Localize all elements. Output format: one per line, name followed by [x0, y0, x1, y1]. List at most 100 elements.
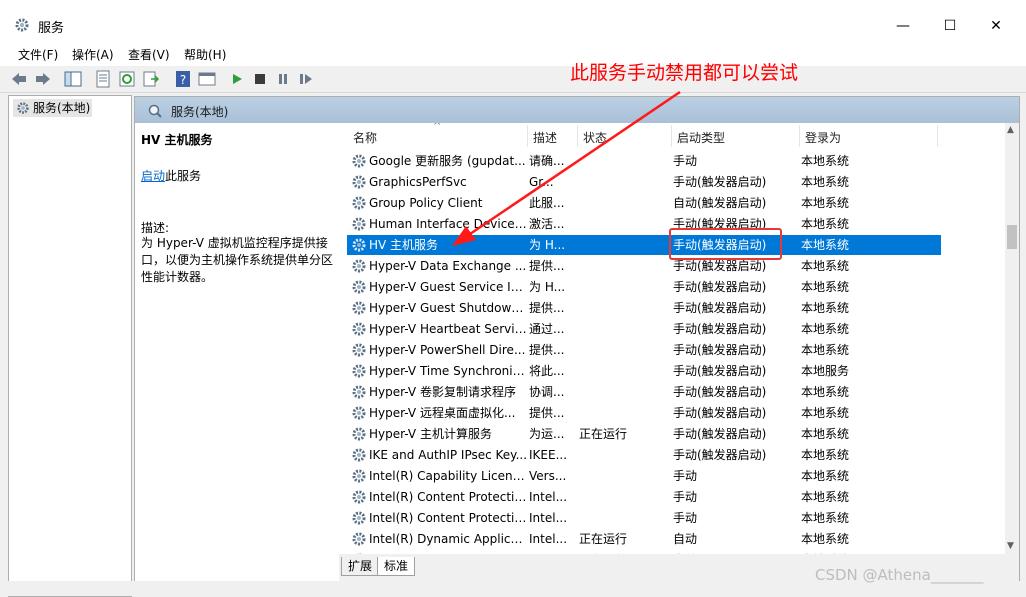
service-name: Intel(R) Capability Licensi...: [369, 469, 527, 483]
search-gear-icon: [148, 104, 162, 118]
column-divider[interactable]: [527, 125, 528, 147]
service-description: 将此...: [529, 364, 565, 378]
service-description: Intel...: [529, 490, 568, 504]
start-service-icon[interactable]: [228, 70, 246, 88]
table-row[interactable]: Hyper-V 卷影复制请求程序 协调... 手动(触发器启动) 本地系统: [347, 382, 941, 402]
restart-service-icon[interactable]: [297, 70, 315, 88]
column-description[interactable]: 描述: [533, 129, 557, 146]
service-logon-as: 本地系统: [801, 448, 850, 462]
service-name: Group Policy Client: [369, 196, 483, 210]
table-row[interactable]: Hyper-V 远程桌面虚拟化... 提供... 手动(触发器启动) 本地系统: [347, 403, 941, 423]
service-gear-icon: [352, 196, 366, 210]
service-description: Intel...: [529, 532, 568, 546]
table-row[interactable]: Hyper-V Guest Service In... 为 H... 手动(触发器启…: [347, 277, 941, 297]
service-logon-as: 本地系统: [801, 217, 850, 231]
service-startup-type: 手动(触发器启动): [673, 322, 767, 336]
service-startup-type: 手动: [673, 154, 698, 168]
vertical-scrollbar[interactable]: ▲ ▼: [1005, 123, 1019, 554]
service-description: 通过...: [529, 322, 565, 336]
service-name: Human Interface Device ...: [369, 217, 527, 231]
watermark: CSDN @Athena_______: [815, 566, 984, 584]
table-row[interactable]: Hyper-V 主机计算服务 为运... 正在运行 手动(触发器启动) 本地系统: [347, 424, 941, 444]
scroll-thumb[interactable]: [1007, 225, 1017, 249]
tab-extended[interactable]: 扩展: [341, 557, 380, 576]
table-row[interactable]: HV 主机服务为 H... 手动(触发器启动) 本地系统: [347, 235, 941, 255]
tab-standard[interactable]: 标准: [377, 557, 416, 576]
help-icon[interactable]: ?: [174, 70, 192, 88]
table-row[interactable]: GraphicsPerfSvc Gr... 手动(触发器启动) 本地系统: [347, 172, 941, 192]
column-logon-as[interactable]: 登录为: [805, 129, 841, 146]
service-description: 提供...: [529, 343, 565, 357]
service-logon-as: 本地系统: [801, 322, 850, 336]
service-logon-as: 本地系统: [801, 532, 850, 546]
tree-item-services-local[interactable]: 服务(本地): [13, 99, 93, 117]
forward-icon[interactable]: [34, 70, 52, 88]
refresh-icon[interactable]: [118, 70, 136, 88]
column-status[interactable]: 状态: [583, 129, 607, 146]
menu-view[interactable]: 查看(V): [128, 46, 170, 63]
pause-service-icon[interactable]: [274, 70, 292, 88]
properties-icon[interactable]: [94, 70, 112, 88]
table-row[interactable]: Hyper-V Guest Shutdown... 提供... 手动(触发器启动) 本…: [347, 298, 941, 318]
service-logon-as: 本地系统: [801, 469, 850, 483]
service-gear-icon: [352, 175, 366, 189]
service-name: Hyper-V Data Exchange ...: [369, 259, 527, 273]
services-pane: 服务(本地) HV 主机服务 启动此服务 描述: 为 Hyper-V 虚拟机监控…: [134, 96, 1020, 582]
service-startup-type: 自动(触发器启动): [673, 196, 767, 210]
scroll-down-icon[interactable]: ▼: [1007, 541, 1014, 551]
service-description: 此服...: [529, 196, 565, 210]
description-text: 为 Hyper-V 虚拟机监控程序提供接口，以便为主机操作系统提供单分区性能计数…: [141, 236, 334, 284]
column-divider[interactable]: [671, 125, 672, 147]
service-logon-as: 本地系统: [801, 343, 850, 357]
service-startup-type: 手动: [673, 469, 698, 483]
service-gear-icon: [352, 448, 366, 462]
services-gear-icon: [15, 18, 29, 32]
table-row[interactable]: Group Policy Client 此服... 自动(触发器启动) 本地系统: [347, 193, 941, 213]
service-name: GraphicsPerfSvc: [369, 175, 467, 189]
table-row[interactable]: IKE and AuthIP IPsec Key... IKEE... 手动(触发器…: [347, 445, 941, 465]
console-icon[interactable]: [198, 70, 216, 88]
table-row[interactable]: Intel(R) Content Protectio... Intel... 手动 本…: [347, 508, 941, 528]
stop-service-icon[interactable]: [251, 70, 269, 88]
menu-help[interactable]: 帮助(H): [184, 46, 226, 63]
table-row[interactable]: Hyper-V Time Synchroniz... 将此... 手动(触发器启动)…: [347, 361, 941, 381]
menu-file[interactable]: 文件(F): [18, 46, 58, 63]
menu-action[interactable]: 操作(A): [72, 46, 114, 63]
maximize-button[interactable]: ☐: [927, 12, 973, 40]
column-divider[interactable]: [577, 125, 578, 147]
services-rows: Google 更新服务 (gupdat... 请确... 手动 本地系统 Graphic…: [339, 149, 1005, 554]
table-row[interactable]: Intel(R) Capability Licensi... Vers... 手动 本…: [347, 466, 941, 486]
column-divider[interactable]: [937, 125, 938, 147]
column-divider[interactable]: [799, 125, 800, 147]
service-startup-type: 手动: [673, 490, 698, 504]
scroll-up-icon[interactable]: ▲: [1007, 125, 1014, 135]
service-name: Hyper-V Guest Service In...: [369, 280, 527, 294]
table-row[interactable]: Google 更新服务 (gupdat... 请确... 手动 本地系统: [347, 151, 941, 171]
service-name: Hyper-V PowerShell Dire...: [369, 343, 526, 357]
table-row[interactable]: Intel(R) Dynamic Applicat... Intel... 正在运行…: [347, 529, 941, 549]
service-name: Hyper-V Time Synchroniz...: [369, 364, 527, 378]
table-row[interactable]: Hyper-V Data Exchange ... 提供... 手动(触发器启动) 本…: [347, 256, 941, 276]
minimize-button[interactable]: —: [880, 12, 926, 40]
table-row[interactable]: Hyper-V Heartbeat Service 通过... 手动(触发器启动) 本…: [347, 319, 941, 339]
close-button[interactable]: ✕: [973, 12, 1019, 40]
service-name: Intel(R) Dynamic Applicat...: [369, 532, 527, 546]
table-row[interactable]: Hyper-V PowerShell Dire... 提供... 手动(触发器启动)…: [347, 340, 941, 360]
service-logon-as: 本地系统: [801, 427, 850, 441]
export-list-icon[interactable]: [142, 70, 160, 88]
service-description: 激活...: [529, 217, 565, 231]
service-startup-type: 手动(触发器启动): [673, 427, 767, 441]
column-startup-type[interactable]: 启动类型: [677, 129, 725, 146]
service-startup-type: 手动(触发器启动): [673, 448, 767, 462]
column-header-row: 名称 ^ 描述 状态 启动类型 登录为: [339, 123, 1005, 149]
service-description: Intel...: [529, 511, 568, 525]
table-row[interactable]: Intel(R) Content Protectio... Intel... 手动 本…: [347, 487, 941, 507]
annotation-text: 此服务手动禁用都可以尝试: [570, 62, 799, 84]
column-name[interactable]: 名称: [353, 129, 377, 146]
start-service-suffix: 此服务: [165, 169, 202, 183]
start-service-link[interactable]: 启动: [141, 169, 165, 183]
back-icon[interactable]: [10, 70, 28, 88]
show-hide-tree-icon[interactable]: [64, 70, 82, 88]
table-row[interactable]: Human Interface Device ... 激活... 手动(触发器启动)…: [347, 214, 941, 234]
service-startup-type: 手动(触发器启动): [673, 175, 767, 189]
